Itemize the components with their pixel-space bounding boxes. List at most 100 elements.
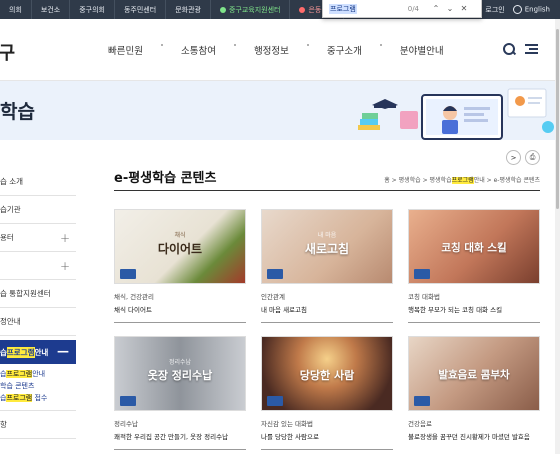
breadcrumb-current: e-평생학습 콘텐츠 xyxy=(493,177,540,184)
content-card[interactable]: 내 마음 새로고침 인간관계 내 마음 새로고침 xyxy=(261,209,393,323)
sidebar-item-label: 용터 xyxy=(0,233,14,242)
page-banner: 학습 xyxy=(0,81,560,140)
submenu-item-0[interactable]: 습프로그램안내 xyxy=(0,368,76,380)
heart-icon xyxy=(299,6,306,13)
card-name[interactable]: 불로장생을 꿈꾸던 진시황제가 마셨던 발효음 xyxy=(408,431,540,441)
sidebar-item-active[interactable]: 습 프로그램 안내 — xyxy=(0,340,76,364)
site-logo[interactable]: 중구 xyxy=(0,39,15,65)
site-header: 중구 빠른민원 소통참여 행정정보 중구소개 분야별안내 xyxy=(0,19,560,81)
minus-icon[interactable]: — xyxy=(57,344,69,358)
card-name[interactable]: 쾌적한 우리집 공간 만들기, 옷장 정리수납 xyxy=(114,431,246,441)
plus-icon[interactable]: + xyxy=(60,259,70,273)
thumb-title: 발효음료 콤부차 xyxy=(438,369,510,381)
sidebar: 습 소개 습기관 용터 + + 습 통합지원센터 정안내 습 프로그램 안내 — 습프… xyxy=(0,168,76,439)
content-card[interactable]: 채식 다이어트 채식, 건강관리 채식 다이어트 xyxy=(114,209,246,323)
find-close-button[interactable]: ✕ xyxy=(457,4,471,13)
sidebar-active-pre: 습 xyxy=(0,347,7,357)
nav-item-0[interactable]: 빠른민원 xyxy=(108,43,143,57)
content-card[interactable]: 코칭 대화 스킬 코칭 대화법 행복한 부모가 되는 코칭 대화 스킬 xyxy=(408,209,540,323)
print-button[interactable]: ⎙ xyxy=(525,150,540,165)
plus-icon[interactable]: + xyxy=(60,231,70,245)
content-card[interactable]: 발효음료 콤부차 건강음료 불로장생을 꿈꾸던 진시황제가 마셨던 발효음 xyxy=(408,336,540,441)
search-highlight: 프로그램 xyxy=(6,394,33,402)
submenu-text: 학습 콘텐츠 xyxy=(0,382,35,390)
breadcrumb-1[interactable]: 평생학습 xyxy=(399,177,421,184)
submenu-item-2[interactable]: 습프로그램 접수 xyxy=(0,392,76,404)
content-card[interactable]: 당당한 사람 자신감 있는 대화법 나를 당당한 사람으로 xyxy=(261,336,393,450)
sidebar-item-label: 습 소개 xyxy=(0,177,24,186)
find-prev-button[interactable]: ⌃ xyxy=(429,4,443,13)
sidebar-item-1[interactable]: 습기관 xyxy=(0,196,76,224)
thumb-small-text: 채식 xyxy=(174,232,186,239)
card-thumbnail[interactable]: 당당한 사람 xyxy=(261,336,393,411)
nav-item-1[interactable]: 소통참여 xyxy=(181,43,216,57)
search-highlight: 프로그램 xyxy=(451,177,474,184)
menu-icon[interactable] xyxy=(525,44,538,54)
breadcrumb-text: 평생학습 xyxy=(429,177,452,184)
find-next-button[interactable]: ⌄ xyxy=(443,4,457,13)
content-title: e-평생학습 콘텐츠 xyxy=(114,171,217,186)
breadcrumb-2[interactable]: 평생학습프로그램안내 xyxy=(430,177,485,184)
title-divider xyxy=(114,190,540,191)
search-icon[interactable] xyxy=(503,43,515,55)
page-title: 학습 xyxy=(0,101,35,123)
card-category: 건강음료 xyxy=(408,420,432,428)
sidebar-active-post: 안내 xyxy=(34,347,49,357)
search-highlight: 프로그램 xyxy=(6,346,35,358)
card-thumbnail[interactable]: 내 마음 새로고침 xyxy=(261,209,393,284)
english-link[interactable]: English xyxy=(512,5,550,14)
logo-badge xyxy=(267,269,283,279)
nav-separator xyxy=(306,44,309,46)
search-highlight: 프로그램 xyxy=(6,370,33,378)
breadcrumb-sep: > xyxy=(420,177,430,184)
breadcrumb-sep: > xyxy=(484,177,494,184)
login-link[interactable]: 로그인 xyxy=(485,5,504,15)
scrollbar-thumb[interactable] xyxy=(556,29,559,209)
nav-item-2[interactable]: 행정정보 xyxy=(254,43,289,57)
card-name[interactable]: 행복한 부모가 되는 코칭 대화 스킬 xyxy=(408,304,540,314)
page-scrollbar[interactable] xyxy=(555,19,560,454)
thumb-title: 다이어트 xyxy=(157,242,203,256)
sidebar-item-last[interactable]: 항 xyxy=(0,411,76,439)
sidebar-item-4[interactable]: 습 통합지원센터 xyxy=(0,280,76,308)
card-thumbnail[interactable]: 정리수납 옷장 정리수납 xyxy=(114,336,246,411)
logo-badge xyxy=(267,396,283,406)
logo-badge xyxy=(120,269,136,279)
thumb-small-text: 내 마음 xyxy=(317,232,337,239)
card-name[interactable]: 내 마음 새로고침 xyxy=(261,304,393,314)
card-thumbnail[interactable]: 채식 다이어트 xyxy=(114,209,246,284)
card-name[interactable]: 나를 당당한 사람으로 xyxy=(261,431,393,441)
sidebar-item-0[interactable]: 습 소개 xyxy=(0,168,76,196)
topbar-link-2[interactable]: 중구의회 xyxy=(70,0,115,19)
nav-item-3[interactable]: 중구소개 xyxy=(327,43,362,57)
find-input[interactable]: 프로그램 xyxy=(329,3,391,15)
logo-badge xyxy=(120,396,136,406)
nav-separator xyxy=(160,44,163,46)
sidebar-item-label: 항 xyxy=(0,420,7,429)
card-thumbnail[interactable]: 코칭 대화 스킬 xyxy=(408,209,540,284)
breadcrumb: 홈 > 평생학습 > 평생학습프로그램안내 > e-평생학습 콘텐츠 xyxy=(384,175,540,184)
topbar-link-1[interactable]: 보건소 xyxy=(32,0,71,19)
find-query: 프로그램 xyxy=(329,3,357,14)
thumb-small-text: 정리수납 xyxy=(168,359,192,366)
content-card[interactable]: 정리수납 옷장 정리수납 정리수납 쾌적한 우리집 공간 만들기, 옷장 정리수… xyxy=(114,336,246,450)
sidebar-item-5[interactable]: 정안내 xyxy=(0,308,76,336)
nav-item-4[interactable]: 분야별안내 xyxy=(400,43,444,57)
topbar-link-5[interactable]: 중구교육지원센터 xyxy=(211,0,291,19)
sidebar-item-label: 습기관 xyxy=(0,205,21,214)
sidebar-item-label: 정안내 xyxy=(0,317,21,326)
submenu-item-1[interactable]: 학습 콘텐츠 xyxy=(0,380,76,392)
submenu-text: 접수 xyxy=(32,394,48,402)
card-thumbnail[interactable]: 발효음료 콤부차 xyxy=(408,336,540,411)
topbar-link-4[interactable]: 문화관광 xyxy=(166,0,211,19)
thumb-title: 새로고침 xyxy=(304,242,350,256)
card-name[interactable]: 채식 다이어트 xyxy=(114,304,246,314)
card-category: 정리수납 xyxy=(114,420,138,428)
topbar-link-3[interactable]: 동주민센터 xyxy=(115,0,167,19)
sidebar-item-3[interactable]: + xyxy=(0,252,76,280)
topbar-link-0[interactable]: 의회 xyxy=(0,0,32,19)
learning-illustration xyxy=(358,88,554,140)
share-button[interactable]: > xyxy=(506,150,521,165)
sidebar-item-2[interactable]: 용터 + xyxy=(0,224,76,252)
card-divider xyxy=(261,449,393,450)
